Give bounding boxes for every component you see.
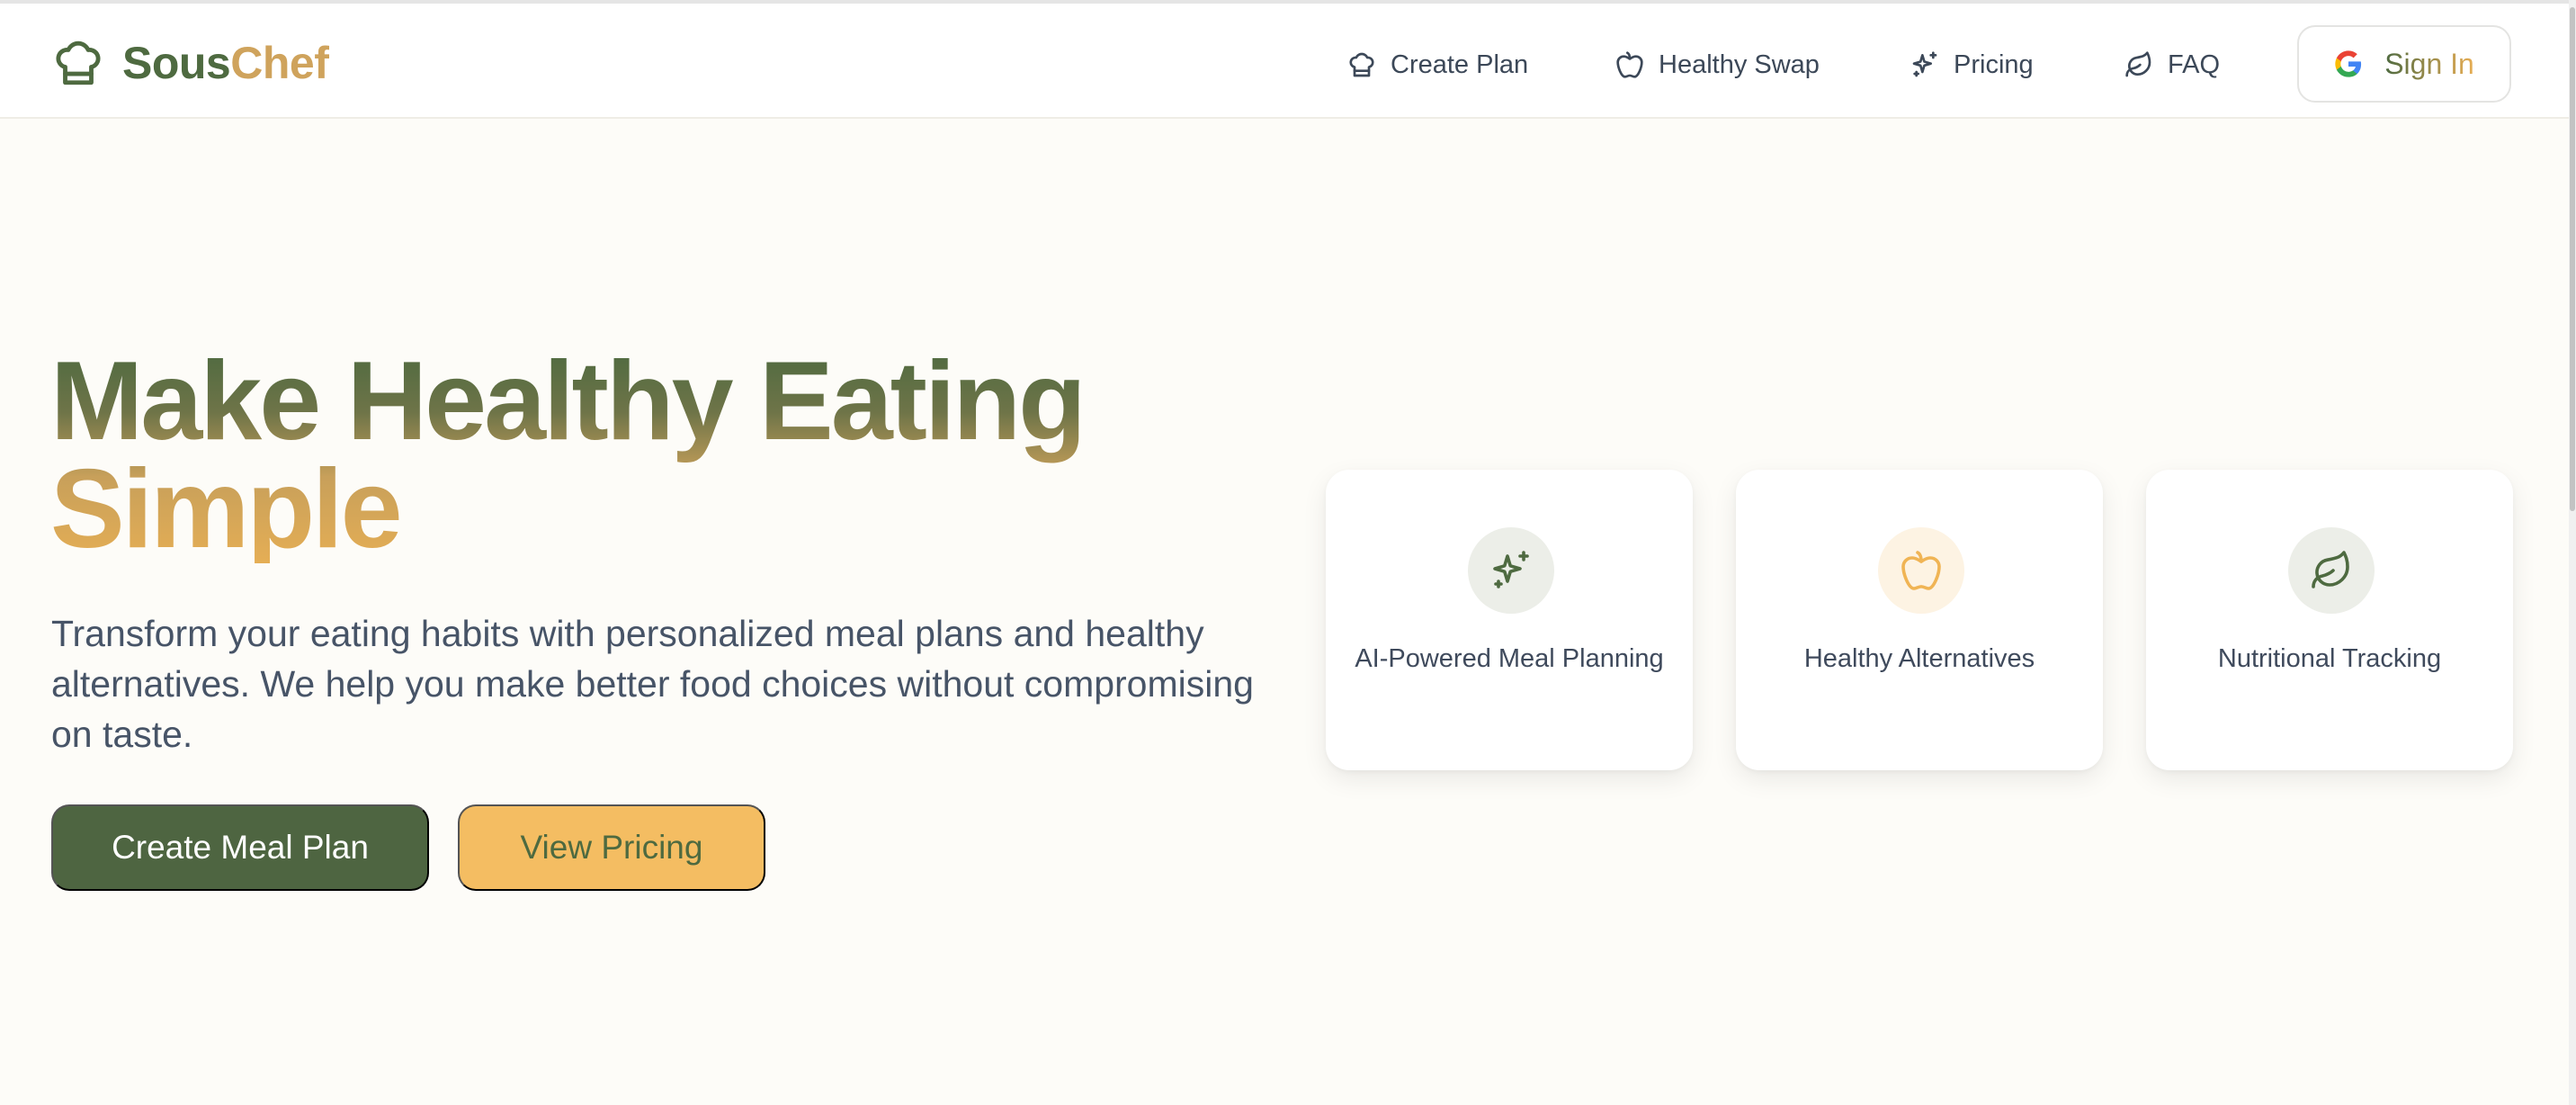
brand-name-part1: Sous <box>122 38 231 88</box>
view-pricing-button[interactable]: View Pricing <box>458 804 765 891</box>
hero-title: Make Healthy Eating Simple <box>50 346 1220 565</box>
feature-label: AI-Powered Meal Planning <box>1355 644 1664 673</box>
site-header: SousChef Create Plan Healthy Swap Pricin… <box>0 4 2569 119</box>
leaf-icon <box>2312 551 2349 588</box>
brand-name: SousChef <box>122 37 329 89</box>
feature-label: Healthy Alternatives <box>1803 644 2035 673</box>
nav-label: FAQ <box>2168 49 2221 79</box>
brand-logo[interactable]: SousChef <box>52 36 329 90</box>
feature-icon-badge <box>1468 527 1554 614</box>
nav-faq[interactable]: FAQ <box>2124 40 2220 90</box>
leaf-icon <box>2125 51 2151 77</box>
chef-hat-icon <box>56 40 101 85</box>
google-icon <box>2335 50 2362 77</box>
scrollbar-thumb[interactable] <box>2570 7 2575 511</box>
feature-label: Nutritional Tracking <box>2217 644 2442 673</box>
nav-label: Create Plan <box>1391 49 1529 79</box>
feature-card-healthy-alternatives: Healthy Alternatives <box>1736 470 2103 770</box>
nav-create-plan[interactable]: Create Plan <box>1347 40 1528 90</box>
brand-name-part2: Chef <box>230 38 329 88</box>
create-meal-plan-button[interactable]: Create Meal Plan <box>51 804 429 891</box>
feature-card-nutritional-tracking: Nutritional Tracking <box>2146 470 2513 770</box>
apple-icon <box>1901 551 1941 590</box>
sparkles-icon <box>1493 551 1529 588</box>
nav-label: Pricing <box>1954 49 2034 79</box>
apple-icon <box>1616 51 1643 78</box>
feature-icon-badge <box>1878 527 1964 614</box>
nav-healthy-swap[interactable]: Healthy Swap <box>1615 40 1820 90</box>
sign-in-label: Sign In <box>2384 47 2474 80</box>
nav-pricing[interactable]: Pricing <box>1910 40 2034 90</box>
sign-in-button[interactable]: Sign In <box>2297 25 2511 103</box>
nav-label: Healthy Swap <box>1659 49 1820 79</box>
feature-icon-badge <box>2288 527 2375 614</box>
feature-card-ai-meal-planning: AI-Powered Meal Planning <box>1326 470 1693 770</box>
sparkles-icon <box>1912 51 1937 77</box>
page: SousChef Create Plan Healthy Swap Pricin… <box>0 0 2576 1105</box>
hero-subtitle: Transform your eating habits with person… <box>51 613 1254 755</box>
chef-hat-icon <box>1349 52 1374 77</box>
